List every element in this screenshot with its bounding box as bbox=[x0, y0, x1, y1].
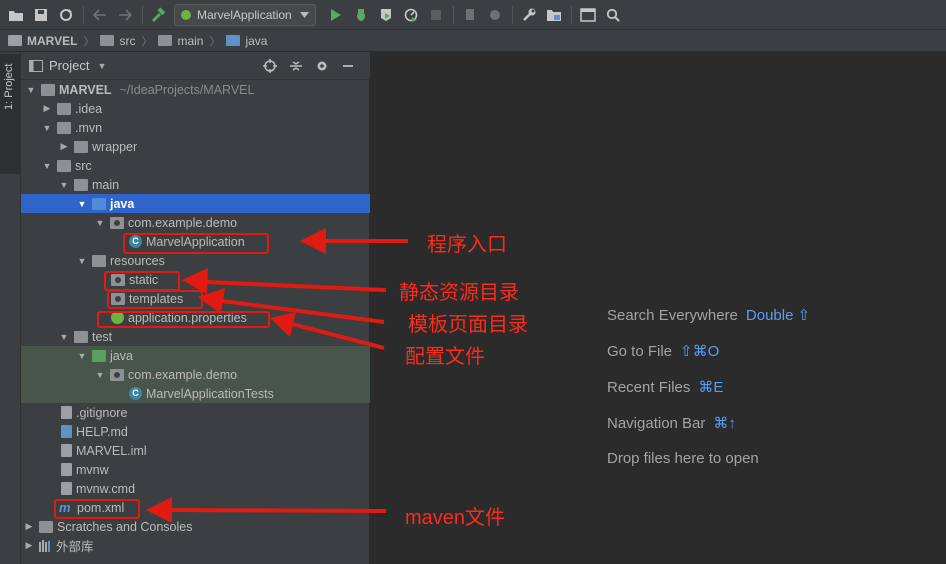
annotation-maven: maven文件 bbox=[405, 507, 506, 529]
annotation-entry: 程序入口 bbox=[427, 234, 507, 256]
annotation-static: 静态资源目录 bbox=[399, 282, 519, 304]
annotation-templates: 模板页面目录 bbox=[408, 314, 528, 336]
ide-window: MarvelApplication MARVEL 〉 src 〉 main 〉 … bbox=[0, 0, 946, 564]
annotation-config: 配置文件 bbox=[405, 346, 485, 368]
